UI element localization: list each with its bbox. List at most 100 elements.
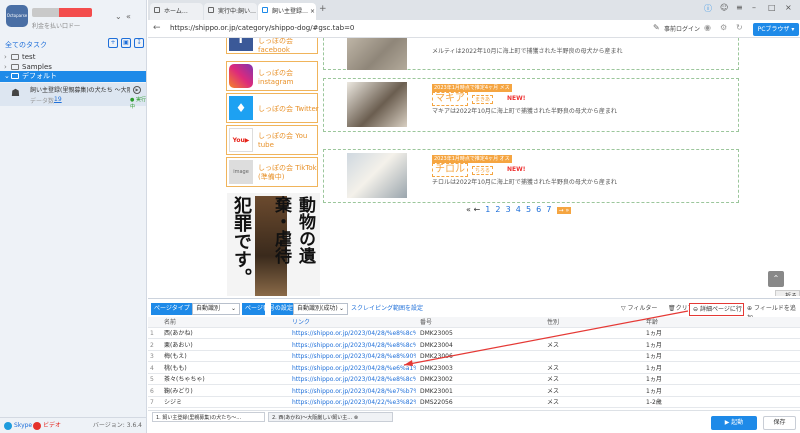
page-5[interactable]: 5 — [526, 205, 531, 214]
new-folder-icon[interactable]: ▣ — [121, 38, 131, 48]
close-icon[interactable]: × — [310, 8, 315, 15]
table-row[interactable]: 7 シジミ https://shippo.or.jp/2023/04/22/%e3%… — [148, 397, 800, 408]
run-button[interactable]: ▶ 起動 — [711, 416, 757, 430]
table-cell: 4 — [150, 364, 154, 372]
tab-running[interactable]: 実行中:飼い… — [204, 3, 257, 20]
video-icon[interactable] — [33, 422, 41, 430]
folder-icon — [11, 73, 19, 79]
fold-label: 折る — [785, 293, 797, 296]
save-button[interactable]: 保存 — [763, 416, 796, 430]
version-label: バージョン: 3.6.4 — [92, 422, 142, 429]
dog-desc: メルティは2022年10月に海上町で捕獲された半野良の母犬から産まれ — [432, 48, 623, 55]
chevron-down-icon: ⌄ — [338, 305, 344, 312]
collapse-icon[interactable]: « — [126, 12, 131, 21]
panel-tab-2[interactable]: 2. 西(あかね)～大阪厳しい飼い主… ⊗ — [268, 412, 393, 422]
page-2[interactable]: 2 — [495, 205, 500, 214]
sns-twitter[interactable]: ♦ しっぽの会 Twitter — [226, 93, 319, 123]
tab-home[interactable]: ホーム… — [150, 3, 203, 20]
table-cell: 1ヵ月 — [646, 330, 662, 337]
pre-login-button[interactable]: 事前ログイン — [664, 24, 700, 33]
menu-icon[interactable]: ≡ — [736, 3, 743, 12]
dog-card-chirol[interactable]: 2023年1月時点で推定4ヶ月 オス チロル ちろる NEW! チロルは2022… — [323, 149, 739, 203]
folder-default[interactable]: ⌄ デフォルト — [0, 71, 146, 82]
tab-label: 飼い主登録… — [272, 8, 309, 15]
column-header: 名前 — [164, 319, 177, 326]
table-cell: https://shippo.or.jp/2023/04/28/%e8%90%8… — [292, 353, 416, 360]
pc-browser-button[interactable]: PCブラウザ ▾ — [753, 23, 799, 36]
minimize-icon[interactable]: – — [752, 3, 756, 12]
sns-tiktok[interactable]: image しっぽの会 TikTok (準備中) — [226, 157, 318, 187]
column-header: リンク — [292, 319, 311, 326]
instagram-icon — [229, 64, 253, 88]
folder-test[interactable]: › test — [4, 52, 35, 62]
pager-next[interactable]: → » — [556, 207, 572, 214]
settings-icon[interactable]: ⚙ — [720, 23, 727, 32]
image-icon: image — [229, 160, 253, 184]
user-icon[interactable]: ☺ — [720, 3, 728, 12]
browser-icon[interactable]: ◉ — [704, 23, 711, 32]
video-link[interactable]: ビデオ — [43, 418, 61, 433]
refresh-icon[interactable]: ↻ — [736, 23, 743, 32]
edit-icon[interactable]: ✎ — [653, 23, 660, 32]
column-header: 番号 — [420, 319, 433, 326]
page-4[interactable]: 4 — [516, 205, 521, 214]
new-tab-icon[interactable]: + — [319, 4, 327, 14]
dog-name: チロル — [432, 163, 468, 177]
sidebar-footer: Skype ビデオ バージョン: 3.6.4 — [0, 417, 146, 433]
chevron-right-icon: › — [4, 53, 7, 61]
task-count-label: データ数: — [30, 98, 57, 105]
import-icon[interactable]: ↧ — [134, 38, 144, 48]
page-type-select[interactable]: 自動識別 ⌄ — [192, 303, 240, 315]
close-window-icon[interactable]: × — [785, 3, 792, 12]
url-field[interactable]: https://shippo.or.jp/category/shippo-dog… — [170, 24, 354, 32]
table-cell: 桃(もも) — [164, 364, 187, 372]
spacer2 — [265, 303, 271, 315]
data-panel: ページタイプ 自動識別⌄ ページ番号の設定 自動識別(成功)⌄ スクレイピング範… — [148, 298, 800, 433]
app-window: Octoparse 利金を払い口ド一 ⌄ « 全てのタスク + ▣ ↧ › tes… — [0, 0, 800, 433]
dog-photo — [347, 153, 407, 198]
sns-instagram[interactable]: しっぽの会 instagram — [226, 61, 318, 91]
page-7[interactable]: 7 — [546, 205, 551, 214]
sns-youtube[interactable]: You▶ しっぽの会 You tube — [226, 125, 318, 155]
panel-tab-1[interactable]: 1. 飼い主登録(里親募集)の犬たち～… — [152, 412, 265, 422]
table-row[interactable]: 4 桃(もも) https://shippo.or.jp/2023/04/28/%e… — [148, 363, 800, 374]
maximize-icon[interactable]: □ — [768, 3, 776, 12]
tab-active[interactable]: 飼い主登録… × — [258, 3, 316, 20]
back-icon[interactable]: ← — [153, 23, 161, 33]
scroll-top-icon[interactable]: ⌃ — [768, 271, 784, 287]
table-row[interactable]: 1 西(あかね) https://shippo.or.jp/2023/04/28/%… — [148, 328, 800, 339]
all-tasks-link[interactable]: 全てのタスク — [5, 40, 47, 50]
skype-link[interactable]: Skype — [14, 418, 32, 433]
new-task-icon[interactable]: + — [108, 38, 118, 48]
page-3[interactable]: 3 — [506, 205, 511, 214]
table-cell: 1ヵ月 — [646, 387, 662, 395]
table-row[interactable]: 2 栗(あおい) https://shippo.or.jp/2023/04/28/%… — [148, 340, 800, 351]
task-item[interactable]: ☗ 飼い主登録(里親募集)の犬たち ～大阪厳しい… データ数: 19 ▶ ● 実… — [0, 83, 146, 110]
play-icon[interactable]: ▶ — [133, 86, 141, 94]
new-badge: NEW! — [507, 166, 526, 173]
dropdown-icon[interactable]: ⌄ — [115, 12, 122, 21]
dog-card-makia[interactable]: 2023年1月時点で推定4ヶ月 メス マキア まきあ NEW! マキアは2022… — [323, 78, 739, 132]
detail-page-button[interactable]: ⊖ 詳細ページに行く — [689, 303, 744, 324]
fold-button[interactable]: ⌄ 折る — [775, 290, 800, 296]
table-row[interactable]: 3 梅(もえ) https://shippo.or.jp/2023/04/28/%e… — [148, 351, 800, 362]
page-number-select[interactable]: 自動識別(成功) ⌄ — [293, 303, 348, 315]
filter-button[interactable]: ▽ フィルター — [621, 304, 657, 314]
skype-icon[interactable] — [4, 422, 12, 430]
page-1[interactable]: 1 — [485, 205, 490, 214]
table-row[interactable]: 5 茶々(ちゃちゃ) https://shippo.or.jp/2023/04/28… — [148, 374, 800, 385]
info-icon[interactable]: ⓘ — [704, 3, 712, 14]
pager-prev[interactable]: « ← — [466, 205, 480, 214]
page-6[interactable]: 6 — [536, 205, 541, 214]
table-row[interactable]: 6 鞠(みどり) https://shippo.or.jp/2023/04/28/%… — [148, 386, 800, 397]
dog-card-melty[interactable]: メルティは2022年10月に海上町で捕獲された半野良の母犬から産まれ — [323, 38, 739, 70]
tab-label: ホーム… — [164, 8, 188, 15]
task-count[interactable]: 19 — [54, 96, 62, 103]
pc-browser-label: PCブラウザ — [757, 26, 790, 33]
scraping-range-link[interactable]: スクレイピング範囲を設定 — [351, 304, 423, 314]
filter-icon: ▽ — [621, 305, 626, 312]
sns-facebook[interactable]: f しっぽの会 facebook — [226, 38, 318, 54]
folder-label: デフォルト — [22, 72, 57, 80]
close-icon[interactable]: ⊗ — [354, 415, 358, 421]
sns-label: しっぽの会 You tube — [258, 132, 308, 149]
